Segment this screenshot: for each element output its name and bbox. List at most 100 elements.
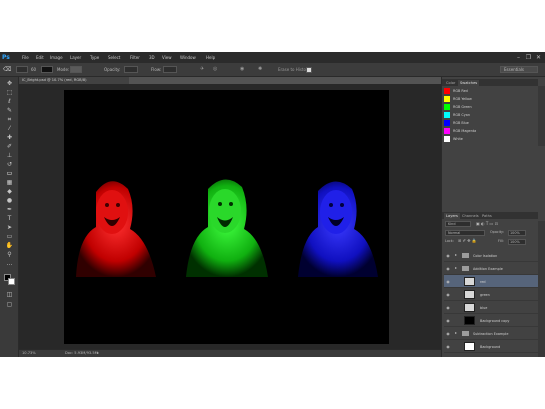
swatch-chip[interactable] (444, 128, 450, 134)
swatch-row[interactable]: RGB Magenta (444, 127, 538, 135)
menu-select[interactable]: Select (108, 55, 120, 60)
tab-channels[interactable]: Channels (460, 213, 481, 219)
tablet-pressure-icon[interactable]: ◎ (213, 67, 217, 72)
opacity-input[interactable] (124, 66, 138, 73)
layer-row[interactable]: ◉ ▸ Color Isolation (444, 249, 538, 262)
brush-tool-icon[interactable]: ✐ (5, 143, 14, 150)
layer-opacity-input[interactable]: 100% (508, 230, 526, 236)
menu-image[interactable]: Image (50, 55, 63, 60)
tab-paths[interactable]: Paths (480, 213, 494, 219)
pen-tool-icon[interactable]: ✒ (5, 206, 14, 213)
group-expand-icon[interactable]: ▸ (455, 253, 457, 257)
workspace-switcher[interactable]: Essentials (500, 66, 538, 73)
layer-filter-dropdown[interactable]: Kind (445, 221, 471, 227)
group-expand-icon[interactable]: ▸ (455, 331, 457, 335)
swatch-row[interactable]: RGB Green (444, 103, 538, 111)
tab-color[interactable]: Color (444, 80, 457, 86)
document-tab[interactable]: IC_Bright.psd @ 10.7% (red, RGB/8) (19, 77, 129, 84)
menu-view[interactable]: View (162, 55, 172, 60)
filter-icons[interactable]: ▣ ◐ T ▭ ⊡ (476, 222, 498, 226)
brush-preset-picker[interactable] (16, 66, 28, 73)
flow-input[interactable] (163, 66, 177, 73)
menu-window[interactable]: Window (180, 55, 196, 60)
more-tools-icon[interactable]: … (5, 260, 14, 267)
gradient-tool-icon[interactable]: ▦ (5, 179, 14, 186)
eyedropper-tool-icon[interactable]: ⁄ (5, 125, 14, 132)
menu-help[interactable]: Help (206, 55, 215, 60)
swatch-chip[interactable] (444, 104, 450, 110)
swatch-row[interactable]: White (444, 135, 538, 143)
visibility-eye-icon[interactable]: ◉ (445, 305, 451, 310)
eraser-tool-icon[interactable]: ⌫ (3, 67, 11, 73)
pressure-size-icon[interactable]: ◉ (240, 67, 244, 72)
menu-edit[interactable]: Edit (36, 55, 44, 60)
menu-file[interactable]: File (22, 55, 29, 60)
healing-brush-tool-icon[interactable]: ✚ (5, 134, 14, 141)
lasso-tool-icon[interactable]: ℓ (5, 98, 14, 105)
symmetry-icon[interactable]: ✺ (258, 67, 262, 72)
restore-button[interactable]: ❐ (525, 54, 532, 61)
layer-row[interactable]: ◉ ▸ Addition Example (444, 262, 538, 275)
layer-row[interactable]: ◉ ▸ Subtraction Example (444, 327, 538, 340)
layer-row[interactable]: ◉ blue (444, 301, 538, 314)
visibility-eye-icon[interactable]: ◉ (445, 266, 451, 271)
swatch-chip[interactable] (444, 136, 450, 142)
visibility-eye-icon[interactable]: ◉ (445, 292, 451, 297)
blur-tool-icon[interactable]: ◆ (5, 188, 14, 195)
menu-filter[interactable]: Filter (130, 55, 140, 60)
zoom-tool-icon[interactable]: ⚲ (5, 251, 14, 258)
visibility-eye-icon[interactable]: ◉ (445, 253, 451, 258)
background-color-swatch[interactable] (8, 278, 15, 285)
erase-history-checkbox[interactable] (306, 67, 312, 73)
swatch-chip[interactable] (444, 112, 450, 118)
visibility-eye-icon[interactable]: ◉ (445, 279, 451, 284)
visibility-eye-icon[interactable]: ◉ (445, 331, 451, 336)
clone-stamp-tool-icon[interactable]: ⊥ (5, 152, 14, 159)
image-canvas[interactable] (64, 90, 389, 344)
history-brush-tool-icon[interactable]: ↺ (5, 161, 14, 168)
path-select-tool-icon[interactable]: ➤ (5, 224, 14, 231)
shape-tool-icon[interactable]: ▭ (5, 233, 14, 240)
swatches-scrollbar[interactable] (538, 86, 545, 146)
zoom-level[interactable]: 10.73% (22, 351, 36, 356)
layers-scrollbar[interactable] (538, 221, 545, 357)
group-expand-icon[interactable]: ▸ (455, 266, 457, 270)
swatch-row[interactable]: RGB Blue (444, 119, 538, 127)
minimize-button[interactable]: – (515, 54, 522, 61)
menu-layer[interactable]: Layer (70, 55, 81, 60)
move-tool-icon[interactable]: ✥ (5, 80, 14, 87)
layer-row[interactable]: ◉ red (444, 275, 538, 288)
tab-layers[interactable]: Layers (444, 213, 460, 219)
swatch-chip[interactable] (444, 96, 450, 102)
fill-input[interactable]: 100% (508, 239, 526, 245)
tab-swatches[interactable]: Swatches (458, 80, 480, 86)
quick-mask-icon[interactable]: ◫ (5, 291, 14, 298)
marquee-tool-icon[interactable]: ⬚ (5, 89, 14, 96)
swatch-row[interactable]: RGB Red (444, 87, 538, 95)
blend-mode-dropdown[interactable]: Normal (445, 230, 485, 236)
airbrush-icon[interactable]: ✈ (200, 67, 204, 72)
crop-tool-icon[interactable]: ⌗ (5, 116, 14, 123)
close-window-button[interactable]: ✕ (535, 54, 542, 61)
swatch-chip[interactable] (444, 120, 450, 126)
layer-row[interactable]: ◉ green (444, 288, 538, 301)
layer-row[interactable]: ◉ Background copy (444, 314, 538, 327)
visibility-eye-icon[interactable]: ◉ (445, 344, 451, 349)
swatch-row[interactable]: RGB Yellow (444, 95, 538, 103)
brush-swatch[interactable] (41, 66, 53, 73)
lock-icons[interactable]: ⊞ ✐ ✥ 🔒 (458, 239, 477, 243)
dodge-tool-icon[interactable]: ● (5, 197, 14, 204)
swatch-row[interactable]: RGB Cyan (444, 111, 538, 119)
hand-tool-icon[interactable]: ✋ (5, 242, 14, 249)
visibility-eye-icon[interactable]: ◉ (445, 318, 451, 323)
layer-row[interactable]: ◉ Background (444, 340, 538, 353)
menu-type[interactable]: Type (90, 55, 99, 60)
screen-mode-icon[interactable]: ▢ (5, 301, 14, 308)
quick-select-tool-icon[interactable]: ✎ (5, 107, 14, 114)
menu-3d[interactable]: 3D (149, 55, 155, 60)
mode-dropdown[interactable] (70, 66, 82, 73)
status-arrow-icon[interactable]: ▸ (97, 351, 99, 355)
eraser-tool-icon[interactable]: ▭ (5, 170, 14, 177)
swatch-chip[interactable] (444, 88, 450, 94)
type-tool-icon[interactable]: T (5, 215, 14, 222)
